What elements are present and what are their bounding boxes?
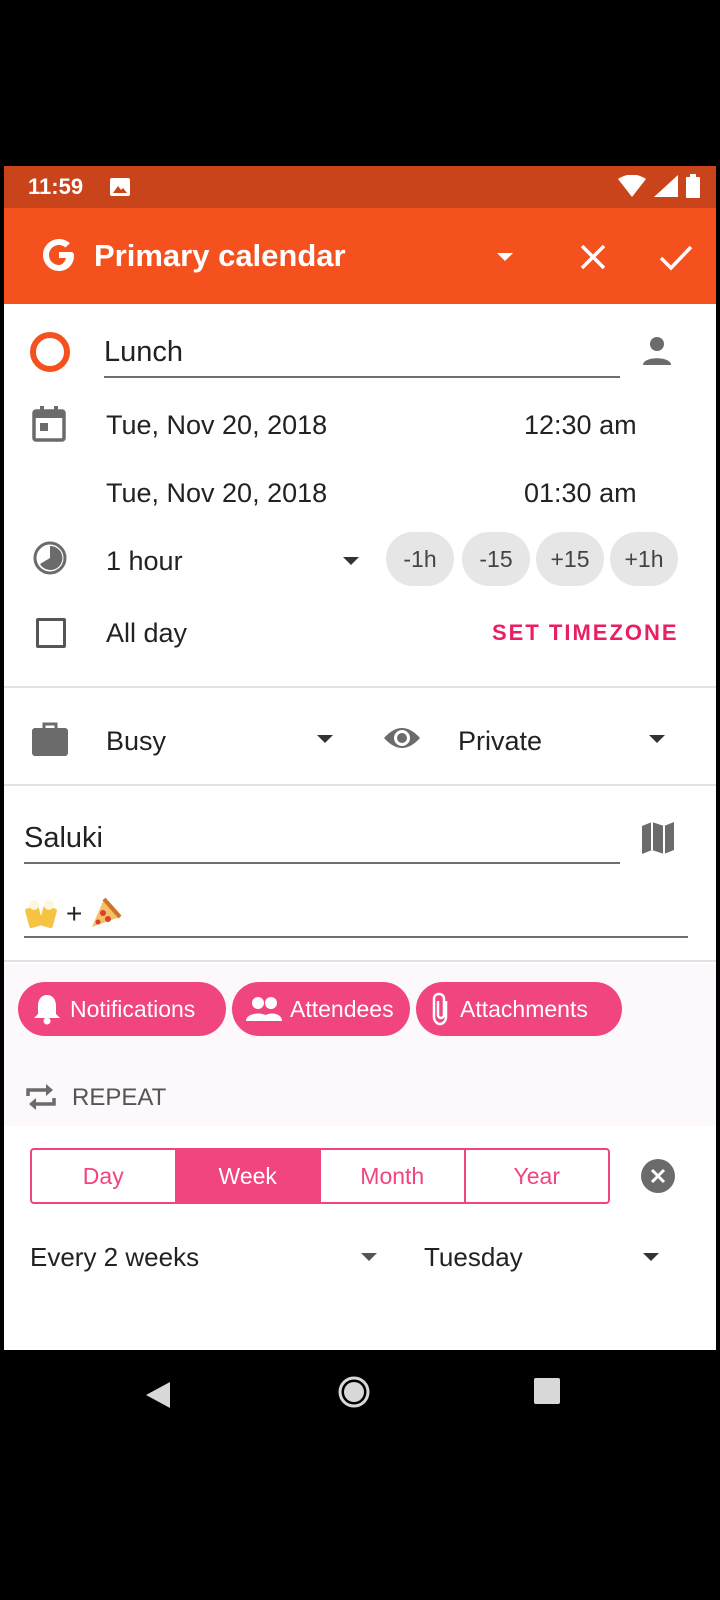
availability-dropdown-icon[interactable] xyxy=(314,728,336,750)
segment-day[interactable]: Day xyxy=(32,1150,177,1202)
status-bar: 11:59 xyxy=(4,166,716,208)
repeat-frequency-segments: Day Week Month Year xyxy=(30,1148,610,1204)
bell-icon xyxy=(34,995,60,1025)
person-icon[interactable] xyxy=(640,334,674,368)
attachments-label: Attachments xyxy=(460,995,588,1022)
eye-icon xyxy=(384,728,420,748)
minus-15-chip[interactable]: -15 xyxy=(462,532,530,586)
attachments-button[interactable]: Attachments xyxy=(416,982,622,1036)
battery-icon xyxy=(686,174,700,198)
image-notification-icon xyxy=(110,178,130,196)
description-input[interactable]: + xyxy=(24,892,688,938)
repeat-interval-value[interactable]: Every 2 weeks xyxy=(30,1242,199,1273)
signal-icon xyxy=(654,175,678,197)
attendees-button[interactable]: Attendees xyxy=(232,982,410,1036)
close-icon[interactable] xyxy=(576,240,610,274)
set-timezone-button[interactable]: SET TIMEZONE xyxy=(492,620,679,646)
home-icon[interactable] xyxy=(338,1376,370,1408)
end-date[interactable]: Tue, Nov 20, 2018 xyxy=(106,478,327,509)
repeat-weekday-value[interactable]: Tuesday xyxy=(424,1242,523,1273)
app-bar: Primary calendar xyxy=(4,208,716,304)
repeat-label: REPEAT xyxy=(72,1084,167,1111)
navigation-bar xyxy=(0,1350,720,1440)
calendar-title[interactable]: Primary calendar xyxy=(94,238,346,274)
event-title-input[interactable]: Lunch xyxy=(104,330,620,378)
description-text: + xyxy=(66,898,83,929)
minus-1h-chip[interactable]: -1h xyxy=(386,532,454,586)
location-input[interactable]: Saluki xyxy=(24,816,620,864)
visibility-dropdown-icon[interactable] xyxy=(646,728,668,750)
google-logo-icon xyxy=(43,239,74,271)
visibility-value[interactable]: Private xyxy=(458,726,542,757)
save-check-icon[interactable] xyxy=(658,240,694,274)
calendar-dropdown-icon[interactable] xyxy=(494,246,516,268)
availability-value[interactable]: Busy xyxy=(106,726,166,757)
status-time: 11:59 xyxy=(28,174,84,199)
repeat-weekday-dropdown-icon[interactable] xyxy=(640,1246,662,1268)
recent-apps-icon[interactable] xyxy=(534,1378,560,1404)
back-icon[interactable] xyxy=(144,1380,172,1410)
divider xyxy=(4,686,716,688)
start-time[interactable]: 12:30 am xyxy=(524,410,637,441)
notifications-button[interactable]: Notifications xyxy=(18,982,226,1036)
divider xyxy=(4,784,716,786)
divider xyxy=(4,960,716,962)
duration-value[interactable]: 1 hour xyxy=(106,546,183,577)
screen: 11:59 Primary calendar Lunch Tue, Nov 20… xyxy=(4,166,716,1350)
start-date[interactable]: Tue, Nov 20, 2018 xyxy=(106,410,327,441)
pizza-icon xyxy=(92,897,122,927)
all-day-checkbox[interactable] xyxy=(36,618,66,648)
briefcase-icon xyxy=(32,722,68,756)
wifi-icon xyxy=(618,175,646,197)
event-color-icon[interactable] xyxy=(30,332,70,372)
segment-year[interactable]: Year xyxy=(466,1150,609,1202)
beer-mugs-icon xyxy=(25,900,57,929)
clear-repeat-icon[interactable] xyxy=(640,1158,676,1194)
duration-dropdown-icon[interactable] xyxy=(340,550,362,572)
segment-week[interactable]: Week xyxy=(176,1150,321,1202)
all-day-label: All day xyxy=(106,618,188,648)
repeat-icon xyxy=(26,1084,56,1110)
segment-month[interactable]: Month xyxy=(321,1150,466,1202)
calendar-icon xyxy=(32,406,66,442)
notifications-label: Notifications xyxy=(70,995,196,1022)
plus-15-chip[interactable]: +15 xyxy=(536,532,604,586)
plus-1h-chip[interactable]: +1h xyxy=(610,532,678,586)
map-icon[interactable] xyxy=(640,820,676,856)
paperclip-icon xyxy=(432,992,448,1026)
repeat-interval-dropdown-icon[interactable] xyxy=(358,1246,380,1268)
system-icons xyxy=(618,174,700,198)
attendees-label: Attendees xyxy=(290,995,394,1022)
people-icon xyxy=(246,997,282,1021)
end-time[interactable]: 01:30 am xyxy=(524,478,637,509)
duration-icon xyxy=(33,541,67,575)
